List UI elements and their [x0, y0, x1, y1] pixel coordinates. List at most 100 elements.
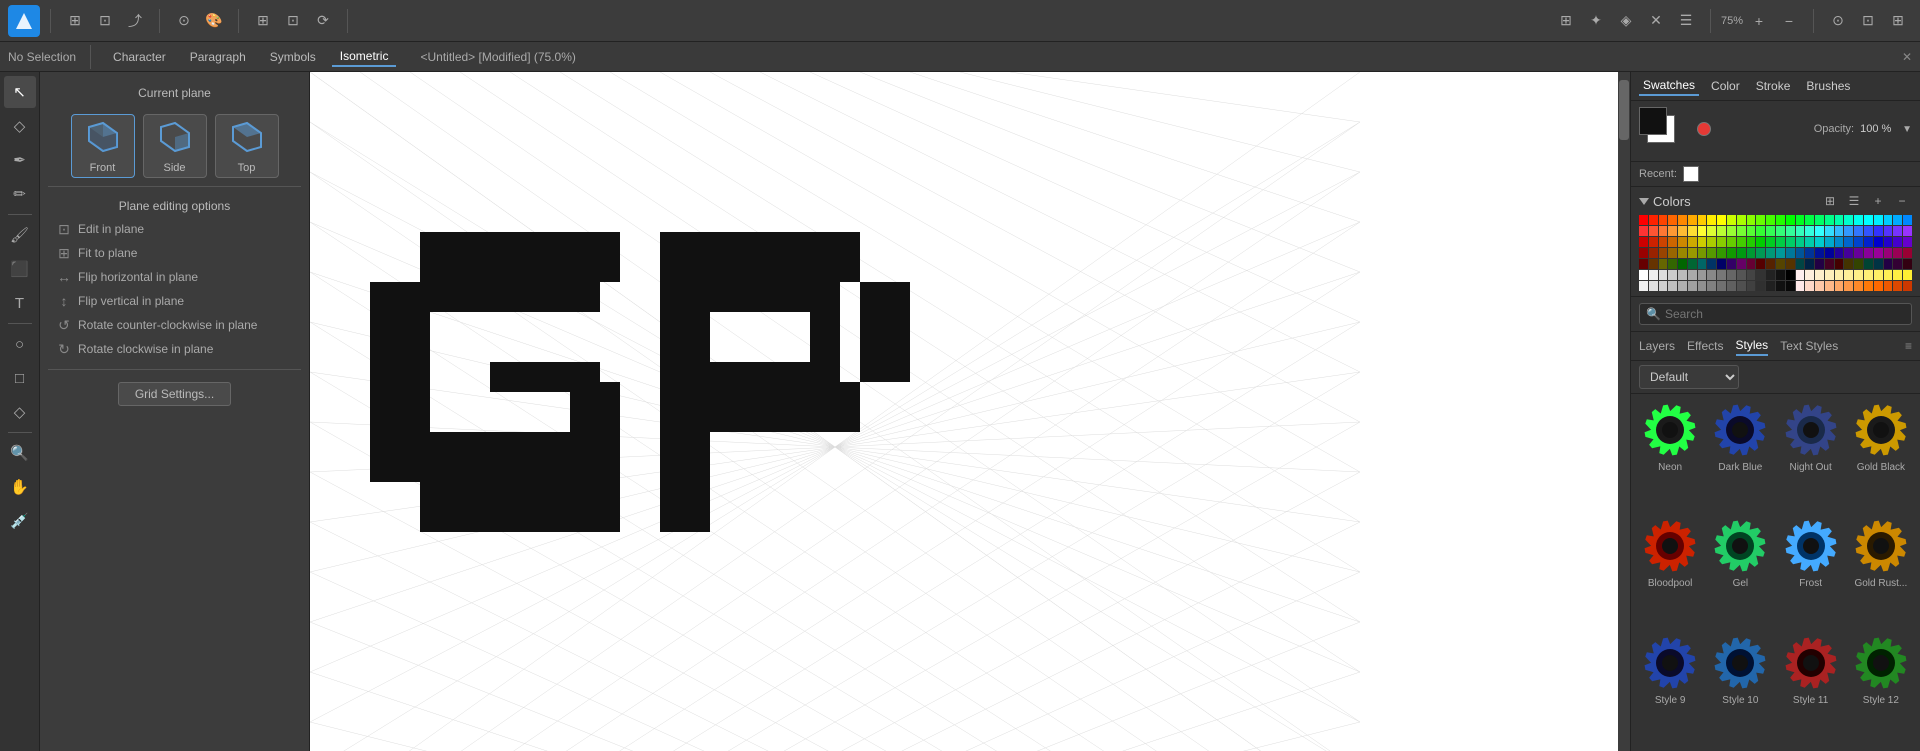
- primary-color-swatch[interactable]: [1639, 107, 1667, 135]
- fill-tool[interactable]: ⬛: [4, 253, 36, 285]
- color-cell[interactable]: [1756, 248, 1765, 258]
- new-btn[interactable]: ⊞: [61, 7, 89, 35]
- fit-btn[interactable]: ⊡: [279, 7, 307, 35]
- color-cell[interactable]: [1766, 259, 1775, 269]
- color-cell[interactable]: [1874, 248, 1883, 258]
- color-cell[interactable]: [1786, 259, 1795, 269]
- color-cell[interactable]: [1727, 215, 1736, 225]
- color-cell[interactable]: [1884, 226, 1893, 236]
- color-cell[interactable]: [1649, 281, 1658, 291]
- color-cell[interactable]: [1884, 237, 1893, 247]
- style-item-neon[interactable]: Neon: [1639, 402, 1701, 510]
- color-cell[interactable]: [1805, 215, 1814, 225]
- rotate-cw-option[interactable]: ↻ Rotate clockwise in plane: [48, 337, 301, 361]
- color-cell[interactable]: [1717, 248, 1726, 258]
- color-cell[interactable]: [1727, 281, 1736, 291]
- plane-top-btn[interactable]: Top: [215, 114, 279, 178]
- rotate-ccw-option[interactable]: ↺ Rotate counter-clockwise in plane: [48, 313, 301, 337]
- color-cell[interactable]: [1727, 226, 1736, 236]
- zoom-in-btn[interactable]: +: [1745, 7, 1773, 35]
- color-cell[interactable]: [1766, 226, 1775, 236]
- color-cell[interactable]: [1825, 237, 1834, 247]
- color-cell[interactable]: [1815, 259, 1824, 269]
- color-cell[interactable]: [1903, 226, 1912, 236]
- color-cell[interactable]: [1688, 226, 1697, 236]
- color-cell[interactable]: [1649, 237, 1658, 247]
- swatches-tab[interactable]: Swatches: [1639, 76, 1699, 96]
- color-cell[interactable]: [1844, 226, 1853, 236]
- iso-tool[interactable]: ◇: [4, 396, 36, 428]
- color-cell[interactable]: [1874, 215, 1883, 225]
- color-cell[interactable]: [1903, 259, 1912, 269]
- colors-list-btn[interactable]: ☰: [1844, 191, 1864, 211]
- color-cell[interactable]: [1854, 259, 1863, 269]
- node-tool[interactable]: ◇: [4, 110, 36, 142]
- color-cell[interactable]: [1668, 259, 1677, 269]
- color-cell[interactable]: [1639, 215, 1648, 225]
- color-cell[interactable]: [1659, 226, 1668, 236]
- color-cell[interactable]: [1756, 215, 1765, 225]
- color-cell[interactable]: [1903, 248, 1912, 258]
- stroke-tab[interactable]: Stroke: [1752, 77, 1795, 95]
- color-cell[interactable]: [1698, 237, 1707, 247]
- color-cell[interactable]: [1835, 237, 1844, 247]
- color-cell[interactable]: [1776, 226, 1785, 236]
- color-cell[interactable]: [1874, 226, 1883, 236]
- color-cell[interactable]: [1737, 281, 1746, 291]
- color-cell[interactable]: [1707, 270, 1716, 280]
- color-cell[interactable]: [1747, 270, 1756, 280]
- color-cell[interactable]: [1639, 237, 1648, 247]
- color-cell[interactable]: [1786, 270, 1795, 280]
- opacity-dropdown-btn[interactable]: ▼: [1902, 124, 1912, 135]
- color-cell[interactable]: [1874, 270, 1883, 280]
- eraser-btn[interactable]: ✕: [1642, 7, 1670, 35]
- color-cell[interactable]: [1727, 259, 1736, 269]
- fit-to-plane-option[interactable]: ⊞ Fit to plane: [48, 241, 301, 265]
- color-cell[interactable]: [1668, 237, 1677, 247]
- color-cell[interactable]: [1639, 259, 1648, 269]
- close-doc-btn[interactable]: ✕: [1902, 50, 1912, 64]
- color-cell[interactable]: [1698, 281, 1707, 291]
- color-cell[interactable]: [1668, 270, 1677, 280]
- color-cell[interactable]: [1796, 237, 1805, 247]
- style-item-style-9[interactable]: Style 9: [1639, 635, 1701, 743]
- color-cell[interactable]: [1835, 270, 1844, 280]
- color-cell[interactable]: [1815, 270, 1824, 280]
- color-cell[interactable]: [1835, 226, 1844, 236]
- color-cell[interactable]: [1707, 259, 1716, 269]
- colors-grid-btn[interactable]: ⊞: [1820, 191, 1840, 211]
- color-cell[interactable]: [1796, 281, 1805, 291]
- color-cell[interactable]: [1796, 226, 1805, 236]
- tab-isometric[interactable]: Isometric: [332, 47, 397, 67]
- color-cell[interactable]: [1639, 270, 1648, 280]
- edit-in-plane-option[interactable]: ⊡ Edit in plane: [48, 217, 301, 241]
- color-cell[interactable]: [1864, 215, 1873, 225]
- color-cell[interactable]: [1688, 248, 1697, 258]
- app-logo[interactable]: [8, 5, 40, 37]
- color-cell[interactable]: [1766, 237, 1775, 247]
- color-cell[interactable]: [1737, 270, 1746, 280]
- color-cell[interactable]: [1786, 215, 1795, 225]
- color-cell[interactable]: [1717, 259, 1726, 269]
- color-cell[interactable]: [1893, 270, 1902, 280]
- color-cell[interactable]: [1874, 259, 1883, 269]
- pan-btn[interactable]: ☰: [1672, 7, 1700, 35]
- color-cell[interactable]: [1776, 270, 1785, 280]
- color-tab[interactable]: Color: [1707, 77, 1744, 95]
- color-cell[interactable]: [1766, 215, 1775, 225]
- color-cell[interactable]: [1864, 270, 1873, 280]
- color-cell[interactable]: [1688, 281, 1697, 291]
- canvas-scrollbar-v[interactable]: [1618, 72, 1630, 751]
- color-cell[interactable]: [1864, 281, 1873, 291]
- color-cell[interactable]: [1698, 215, 1707, 225]
- color-cell[interactable]: [1884, 248, 1893, 258]
- color-cell[interactable]: [1805, 226, 1814, 236]
- color-cell[interactable]: [1766, 270, 1775, 280]
- flip-vertical-option[interactable]: ↕ Flip vertical in plane: [48, 289, 301, 313]
- color-cell[interactable]: [1864, 237, 1873, 247]
- color-cell[interactable]: [1776, 237, 1785, 247]
- color-cell[interactable]: [1815, 237, 1824, 247]
- plane-front-btn[interactable]: Front: [71, 114, 135, 178]
- pen-btn[interactable]: ✦: [1582, 7, 1610, 35]
- color-cell[interactable]: [1776, 248, 1785, 258]
